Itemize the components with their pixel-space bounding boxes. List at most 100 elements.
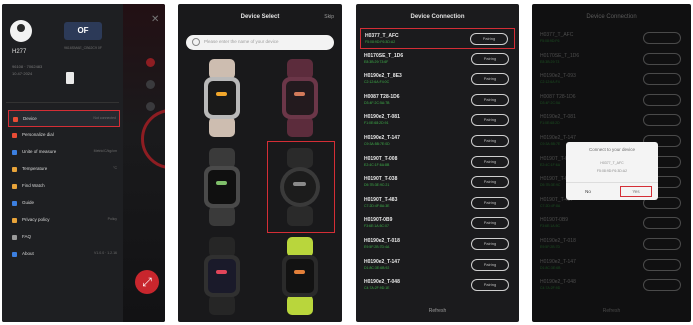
search-placeholder: Please enter the name of your device	[204, 39, 279, 44]
watch-option[interactable]	[184, 234, 259, 317]
pairing-button[interactable]: Pairing	[471, 114, 509, 127]
device-row: H0190e2_T-081 F1:0E:68:2D	[536, 110, 687, 131]
user-name: H277	[12, 49, 27, 55]
search-icon	[192, 38, 200, 46]
settings-menu: Device Not connected Personalize dial Unite…	[8, 110, 120, 263]
pairing-button[interactable]: Pairing	[471, 279, 509, 292]
menu-item[interactable]: Device Not connected	[8, 110, 120, 127]
pairing-button[interactable]	[643, 258, 681, 271]
pairing-button[interactable]: Pairing	[471, 258, 509, 271]
avatar[interactable]	[10, 20, 32, 42]
watch-logo[interactable]: OF	[64, 22, 102, 40]
pairing-button[interactable]: Pairing	[471, 93, 509, 106]
watch-option[interactable]	[184, 56, 259, 139]
watch-option[interactable]	[184, 145, 259, 228]
menu-item-icon	[13, 117, 18, 122]
watch-image	[200, 58, 244, 137]
pairing-button[interactable]	[643, 217, 681, 230]
pairing-button[interactable]	[643, 114, 681, 127]
menu-item-label: Unite of measure	[22, 149, 57, 154]
user-info: 96108 · 7062483	[12, 64, 43, 69]
connect-confirm-screen: Device Connection H0377_T_AFC F5:08:9D:F6…	[532, 4, 691, 322]
close-icon[interactable]: ✕	[151, 14, 159, 25]
menu-item[interactable]: FAQ	[8, 229, 120, 246]
pairing-button[interactable]: Pairing	[471, 217, 509, 230]
device-row: H0190e2_T-048 C4:7A:2F:9D	[536, 275, 687, 296]
pairing-button[interactable]	[643, 93, 681, 106]
watch-option[interactable]	[262, 234, 337, 317]
device-row: H0087 T28-1D6 D3:4F:2C:5A:7B Pairing	[360, 90, 515, 111]
page-title: Device Connection	[410, 14, 465, 20]
pairing-button[interactable]	[643, 52, 681, 65]
device-name: H0190T_T-008	[364, 155, 398, 162]
device-address: F3:6E:1A:5C:07	[364, 224, 389, 229]
menu-item-label: Find Watch	[22, 183, 45, 188]
no-button[interactable]: No	[572, 186, 604, 197]
pairing-button[interactable]: Pairing	[470, 33, 508, 45]
device-row: H0190e2_T-147 D1:8C:3E:6B	[536, 255, 687, 276]
menu-item-icon	[12, 201, 17, 206]
device-name: H0190T_T-483	[364, 196, 398, 203]
pairing-button[interactable]: Pairing	[471, 134, 509, 147]
pairing-button[interactable]	[643, 32, 681, 44]
activity-ring	[141, 109, 165, 169]
pairing-button[interactable]	[643, 237, 681, 250]
pairing-button[interactable]: Pairing	[471, 52, 509, 65]
refresh-button[interactable]: Refresh	[356, 308, 519, 314]
skip-button[interactable]: Skip	[324, 14, 334, 20]
search-input[interactable]: Please enter the name of your device	[186, 35, 334, 50]
menu-item-icon	[12, 235, 17, 240]
refresh-button[interactable]: Refresh	[532, 308, 691, 314]
menu-item-label: Privacy policy	[22, 217, 50, 222]
menu-item[interactable]: Temperature °C	[8, 161, 120, 178]
device-address: C2:12:6A:F4	[540, 80, 560, 85]
device-row: H0190e2_T-018 E9:5F:2B:7D	[536, 234, 687, 255]
device-address: C2:12:6A:F4:0C	[364, 80, 390, 85]
menu-item-label: Device	[23, 116, 37, 121]
expand-icon[interactable]: ⤢	[135, 270, 159, 294]
device-address: E9:5F:2B:7D:4A	[364, 244, 390, 249]
pairing-button[interactable]	[643, 279, 681, 292]
menu-item[interactable]: Privacy policy Policy	[8, 212, 120, 229]
menu-item[interactable]: Personalize dial	[8, 127, 120, 144]
watch-image	[278, 236, 322, 315]
menu-item[interactable]: Unite of measure Metric/C/kg/cm	[8, 144, 120, 161]
menu-item-icon	[12, 218, 17, 223]
device-name: H0190e2_T-081	[364, 114, 400, 121]
pairing-button[interactable]	[643, 73, 681, 86]
watch-option[interactable]	[262, 56, 337, 139]
menu-item[interactable]: About V1.0.0 · 1.2.16	[8, 246, 120, 263]
menu-item-value: V1.0.0 · 1.2.16	[94, 251, 117, 255]
device-address: D1:8C:3E:6B	[540, 265, 561, 270]
menu-item-value: Not connected	[93, 116, 116, 120]
menu-item[interactable]: Guide	[8, 195, 120, 212]
menu-item-label: Guide	[22, 200, 35, 205]
menu-item[interactable]: Find Watch	[8, 178, 120, 195]
device-name: H0190e2_T-147	[364, 134, 400, 141]
menu-item-icon	[12, 167, 17, 172]
pairing-button[interactable]: Pairing	[471, 155, 509, 168]
device-row: H0087 T28-1D6 D3:4F:2C:5A	[536, 90, 687, 111]
menu-item-icon	[12, 150, 17, 155]
device-address: E8:3B:29:73:6F	[364, 59, 389, 64]
pairing-button[interactable]: Pairing	[471, 73, 509, 86]
pairing-button[interactable]: Pairing	[471, 237, 509, 250]
yes-button[interactable]: Yes	[620, 186, 652, 197]
device-address: C7:2D:4F:8A	[540, 203, 561, 208]
menu-item-value: Metric/C/kg/cm	[93, 149, 117, 153]
menu-item-icon	[12, 184, 17, 189]
device-address: C9:3A:5B:7E	[540, 141, 561, 146]
menu-item-label: Temperature	[22, 166, 48, 171]
watch-thumbnail	[66, 72, 74, 84]
device-address: F1:0E:68:2D:91	[364, 121, 389, 126]
device-select-screen: Device Select Skip Please enter the name…	[178, 4, 342, 322]
menu-item-label: Personalize dial	[22, 132, 54, 137]
device-name: H0190e2_T-093	[540, 73, 576, 80]
device-row: H0190e2_T_8E3 C2:12:6A:F4:0C Pairing	[360, 69, 515, 90]
pairing-button[interactable]: Pairing	[471, 176, 509, 189]
device-name: H0190e2_T-048	[364, 279, 400, 286]
pairing-button[interactable]: Pairing	[471, 196, 509, 209]
device-address: C9:3A:5B:7E:0D	[364, 141, 390, 146]
device-name: H0087 T28-1D6	[364, 93, 400, 100]
watch-image	[278, 58, 322, 137]
